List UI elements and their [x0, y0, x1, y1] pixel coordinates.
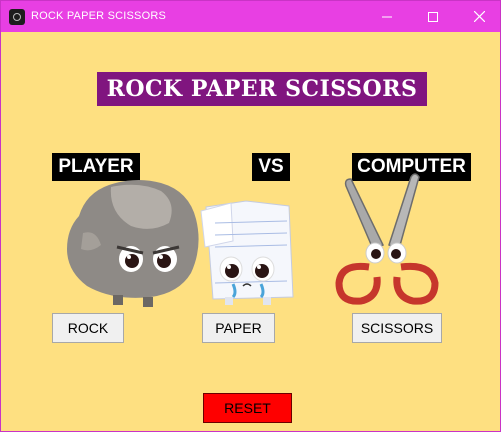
scissors-eye-right	[387, 242, 407, 264]
paper-eye-right	[251, 256, 275, 282]
scissors-button[interactable]: SCISSORS	[352, 313, 442, 343]
reset-button[interactable]: RESET	[203, 393, 292, 423]
characters-illustration	[67, 173, 439, 307]
rock-button[interactable]: ROCK	[52, 313, 124, 343]
rock-character	[67, 179, 199, 307]
paper-button[interactable]: PAPER	[202, 313, 275, 343]
paper-eye-left	[219, 256, 243, 282]
scissors-eye-left	[365, 242, 385, 264]
scissors-character	[335, 173, 439, 305]
app-window: ROCK PAPER SCISSORS ROCK PAPER SCISSORS …	[0, 0, 501, 432]
paper-character	[200, 200, 294, 305]
